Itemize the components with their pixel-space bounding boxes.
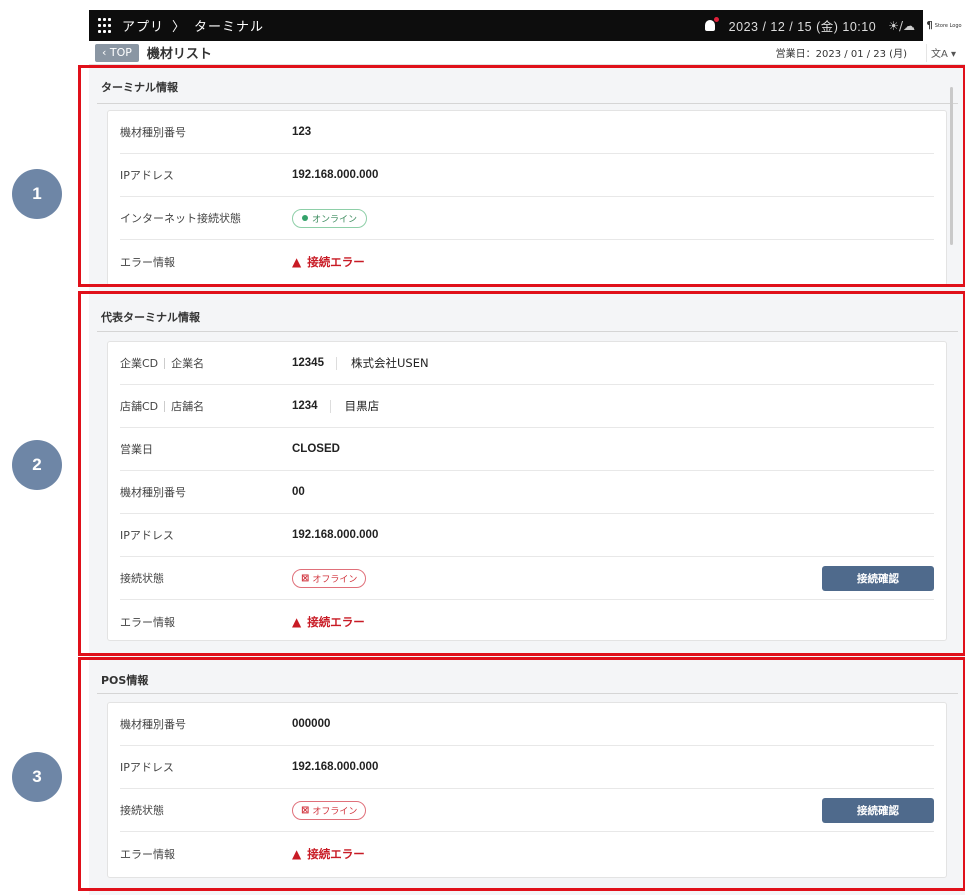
breadcrumb-apps[interactable]: アプリ xyxy=(122,16,164,35)
sub-header: ‹ TOP 機材リスト 営業日：2023 / 01 / 23 (月) 文A ▾ xyxy=(89,41,965,65)
annotation-marker-1: 1 xyxy=(12,169,62,219)
annotation-box-2 xyxy=(78,291,965,656)
annotation-box-1 xyxy=(78,65,965,287)
breadcrumb: アプリ 〉 ターミナル xyxy=(122,16,264,35)
business-date: 営業日：2023 / 01 / 23 (月) xyxy=(775,49,907,60)
notification-bell-icon[interactable] xyxy=(703,16,719,34)
annotation-marker-3: 3 xyxy=(12,752,62,802)
back-to-top-button[interactable]: ‹ TOP xyxy=(95,43,139,62)
breadcrumb-terminal: ターミナル xyxy=(194,20,265,35)
weather-icon: ☀/☁ xyxy=(888,18,915,33)
annotation-marker-2: 2 xyxy=(12,440,62,490)
top-bar: アプリ 〉 ターミナル 2023 / 12 / 15 (金) 10:10 ☀/☁… xyxy=(89,10,965,41)
annotation-box-3 xyxy=(78,657,965,891)
store-logo-text: Store Logo xyxy=(934,22,962,29)
current-datetime: 2023 / 12 / 15 (金) 10:10 xyxy=(728,20,877,34)
app-grid-icon[interactable] xyxy=(98,17,114,34)
page-title: 機材リスト xyxy=(146,47,212,62)
language-switch-button[interactable]: 文A ▾ xyxy=(926,43,960,62)
store-logo: ¶ Store Logo xyxy=(923,10,965,41)
fork-knife-icon: ¶ xyxy=(926,20,933,31)
breadcrumb-separator: 〉 xyxy=(172,20,187,35)
